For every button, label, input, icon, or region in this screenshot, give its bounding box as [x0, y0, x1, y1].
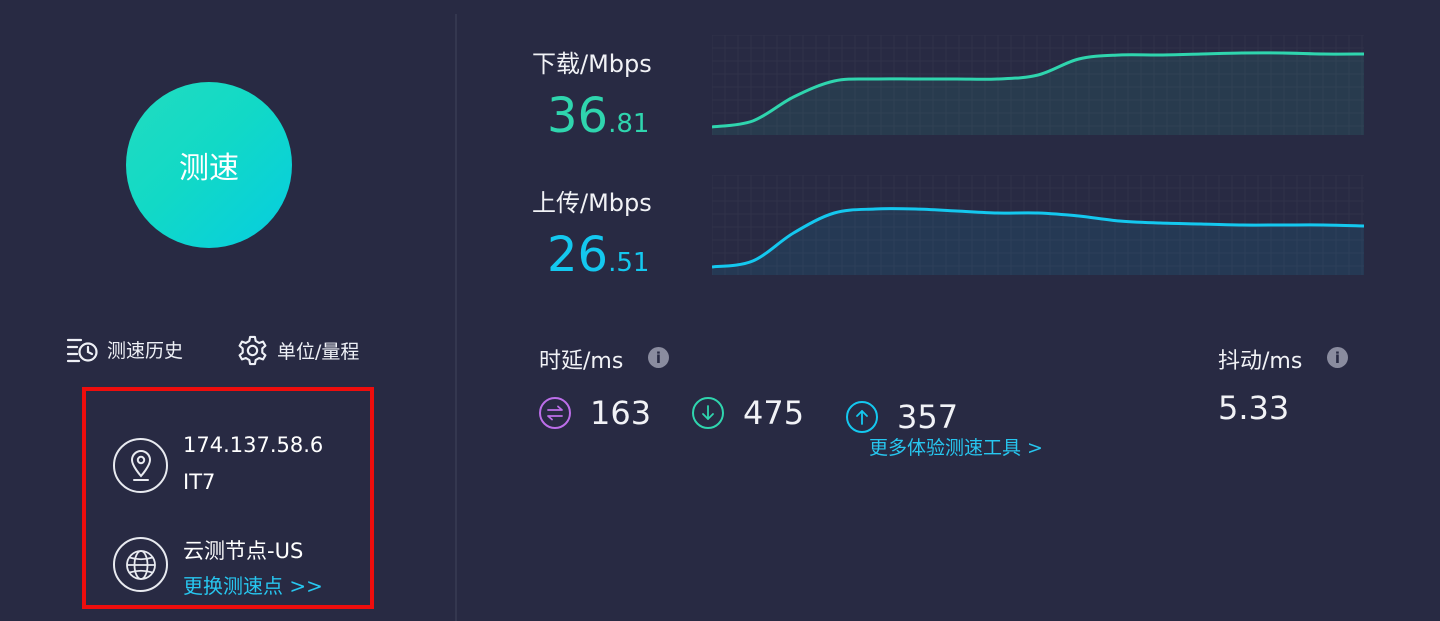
upload-label: 上传/Mbps	[532, 189, 652, 217]
idle-latency-value: 163	[590, 394, 652, 432]
download-speed: 36.81	[547, 92, 649, 140]
unit-range-button[interactable]: 单位/量程	[237, 335, 359, 366]
history-icon	[66, 338, 98, 363]
upload-latency: 357	[846, 398, 958, 436]
jitter-value: 5.33	[1218, 389, 1290, 427]
upload-latency-value: 357	[897, 398, 959, 436]
latency-label: 时延/ms	[539, 349, 624, 374]
download-speed-chart	[712, 35, 1364, 135]
isp-name: IT7	[183, 470, 216, 494]
upload-arrow-icon	[846, 401, 878, 433]
globe-icon	[113, 537, 168, 592]
start-speedtest-label: 测速	[179, 151, 239, 186]
jitter-help-icon[interactable]: i	[1327, 347, 1348, 368]
location-pin-icon	[113, 438, 168, 493]
download-label: 下载/Mbps	[532, 50, 652, 78]
unit-range-label: 单位/量程	[277, 341, 360, 363]
upload-speed: 26.51	[547, 231, 649, 279]
start-speedtest-button[interactable]: 测速	[126, 82, 292, 248]
download-chart-area	[712, 52, 1364, 135]
test-node-name: 云测节点-US	[183, 539, 304, 563]
download-latency: 475	[692, 394, 804, 432]
more-speedtest-tools-link[interactable]: 更多体验测速工具 >	[869, 433, 1043, 460]
idle-latency: 163	[539, 394, 651, 432]
latency-help-icon[interactable]: i	[648, 347, 669, 368]
download-speed-dec: .81	[608, 109, 650, 139]
download-latency-value: 475	[743, 394, 805, 432]
column-divider	[455, 14, 457, 621]
download-speed-int: 36	[547, 88, 609, 144]
upload-speed-dec: .51	[608, 248, 650, 278]
upload-speed-int: 26	[547, 227, 609, 283]
gear-icon	[238, 335, 267, 366]
change-node-link[interactable]: 更换测速点 >>	[183, 570, 323, 599]
swap-arrows-icon	[539, 397, 571, 429]
download-arrow-icon	[692, 397, 724, 429]
speedtest-history-button[interactable]: 测速历史	[66, 335, 183, 363]
speedtest-history-label: 测速历史	[107, 339, 184, 362]
jitter-label: 抖动/ms	[1218, 349, 1303, 374]
upload-speed-chart	[712, 175, 1364, 275]
ip-address: 174.137.58.6	[183, 433, 324, 457]
upload-chart-area	[712, 208, 1364, 275]
